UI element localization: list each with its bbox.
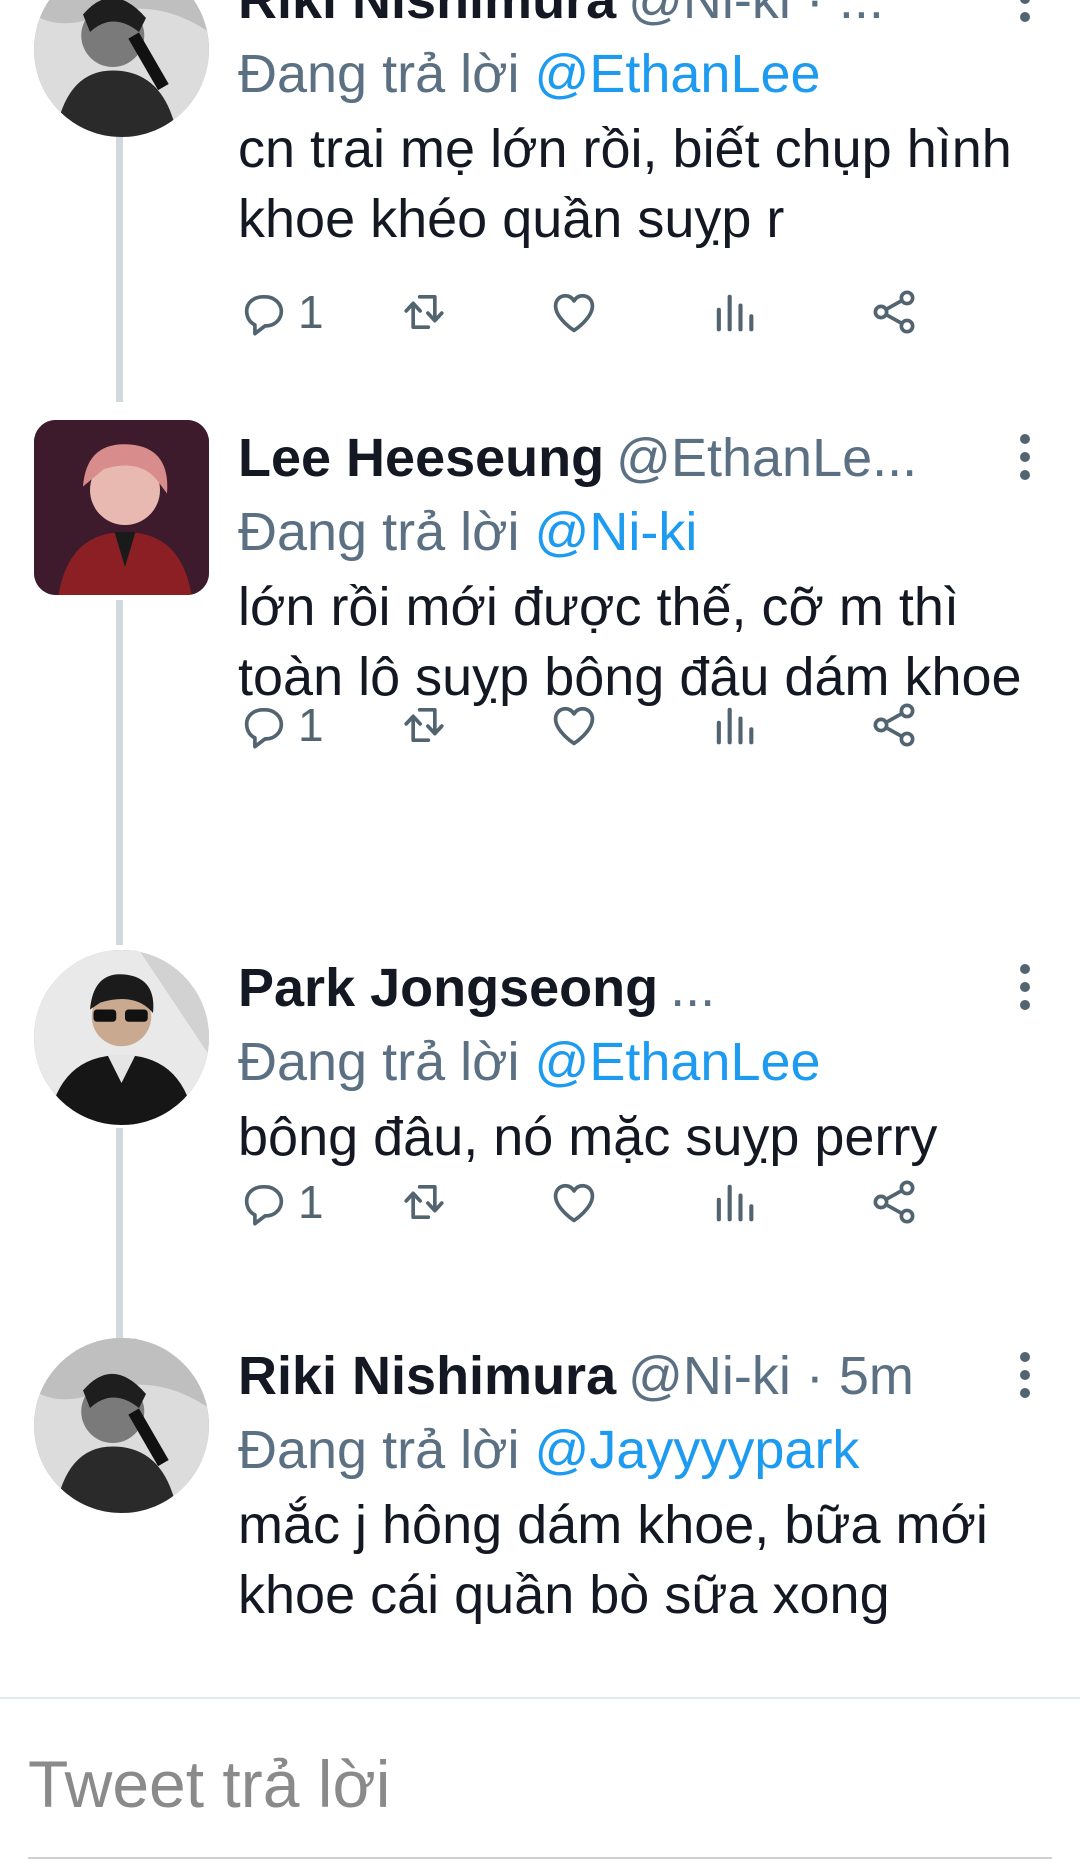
reply-count: 1 [298, 699, 324, 751]
action-bar: 1 [238, 1172, 978, 1232]
share-icon [873, 1180, 915, 1224]
tweet-text: lớn rồi mới được thế, cỡ m thì toàn lô s… [238, 577, 1022, 707]
analytics-icon [716, 707, 754, 745]
analytics-button[interactable] [708, 282, 760, 342]
retweet-button[interactable] [398, 1172, 450, 1232]
reply-icon [244, 294, 284, 336]
avatar-image [34, 420, 209, 595]
avatar[interactable] [34, 950, 209, 1125]
reply-button[interactable]: 1 [238, 1172, 324, 1232]
like-icon [553, 293, 595, 333]
tweet-text: cn trai mẹ lớn rồi, biết chụp hình khoe … [238, 119, 1012, 249]
reply-count: 1 [298, 1176, 324, 1228]
replying-mention[interactable]: @Jayyyypark [535, 1420, 860, 1480]
like-button[interactable] [548, 695, 600, 755]
avatar[interactable] [34, 420, 209, 595]
reply-compose-bar [0, 1697, 1080, 1876]
replying-prefix: Đang trả lời [238, 44, 535, 104]
author-name[interactable]: Riki Nishimura [238, 0, 616, 30]
replying-mention[interactable]: @Ni-ki [535, 502, 698, 562]
action-bar: 1 [238, 695, 978, 755]
more-options-icon[interactable] [1010, 1352, 1040, 1402]
share-button[interactable] [868, 282, 920, 342]
like-button[interactable] [548, 1172, 600, 1232]
tweet-text: mắc j hông dám khoe, bữa mới khoe cái qu… [238, 1495, 988, 1625]
like-button[interactable] [548, 282, 600, 342]
avatar-image [34, 950, 209, 1125]
reply-input[interactable] [28, 1739, 1048, 1829]
analytics-button[interactable] [708, 695, 760, 755]
more-options-icon[interactable] [1010, 964, 1040, 1014]
retweet-icon [404, 1184, 444, 1220]
author-name[interactable]: Riki Nishimura [238, 1346, 616, 1406]
author-handle: @Ni-ki [628, 1346, 791, 1406]
analytics-icon [716, 294, 754, 332]
tweet-item[interactable]: Riki Nishimura @Ni-ki · ... Đang trả lời … [0, 0, 1080, 382]
replying-prefix: Đang trả lời [238, 502, 535, 562]
author-handle: @Ni-ki [628, 0, 791, 30]
author-handle: @EthanLe... [616, 428, 918, 488]
reply-count: 1 [298, 286, 324, 338]
like-icon [553, 706, 595, 746]
avatar[interactable] [34, 0, 209, 137]
tweet-timestamp: · 5m [790, 1346, 914, 1406]
reply-icon [244, 1184, 284, 1226]
analytics-button[interactable] [708, 1172, 760, 1232]
more-options-icon[interactable] [1010, 0, 1040, 26]
replying-to: Đang trả lời @Jayyyypark [238, 1414, 1040, 1486]
reply-button[interactable]: 1 [238, 282, 324, 342]
action-bar: 1 [238, 282, 978, 342]
replying-prefix: Đang trả lời [238, 1420, 535, 1480]
tweet-meta: · ... [790, 0, 884, 30]
retweet-button[interactable] [398, 282, 450, 342]
input-underline [28, 1857, 1052, 1859]
avatar-image [34, 1338, 209, 1513]
retweet-icon [404, 294, 444, 330]
author-name[interactable]: Lee Heeseung [238, 428, 604, 488]
replying-to: Đang trả lời @Ni-ki [238, 496, 1040, 568]
tweet-item[interactable]: Park Jongseong... Đang trả lời @EthanLee… [0, 950, 1080, 1310]
avatar-image [34, 0, 209, 137]
tweet-item[interactable]: Lee Heeseung @EthanLe... Đang trả lời @Ni… [0, 420, 1080, 930]
tweet-item[interactable]: Riki Nishimura @Ni-ki · 5m Đang trả lời @… [0, 1338, 1080, 1697]
analytics-icon [716, 1184, 754, 1222]
reply-timeline: Riki Nishimura @Ni-ki · ... Đang trả lời … [0, 0, 1080, 1697]
like-icon [553, 1183, 595, 1223]
replying-mention[interactable]: @EthanLee [535, 44, 821, 104]
author-name[interactable]: Park Jongseong [238, 958, 658, 1018]
replying-prefix: Đang trả lời [238, 1032, 535, 1092]
author-handle: ... [670, 958, 716, 1018]
replying-to: Đang trả lời @EthanLee [238, 1026, 1040, 1098]
tweet-text: bông đâu, nó mặc suỵp perry [238, 1107, 938, 1167]
replying-to: Đang trả lời @EthanLee [238, 38, 1040, 110]
more-options-icon[interactable] [1010, 434, 1040, 484]
share-button[interactable] [868, 695, 920, 755]
reply-icon [244, 707, 284, 749]
retweet-button[interactable] [398, 695, 450, 755]
reply-button[interactable]: 1 [238, 695, 324, 755]
replying-mention[interactable]: @EthanLee [535, 1032, 821, 1092]
share-icon [873, 703, 915, 747]
retweet-icon [404, 707, 444, 743]
avatar[interactable] [34, 1338, 209, 1513]
share-icon [873, 290, 915, 334]
share-button[interactable] [868, 1172, 920, 1232]
